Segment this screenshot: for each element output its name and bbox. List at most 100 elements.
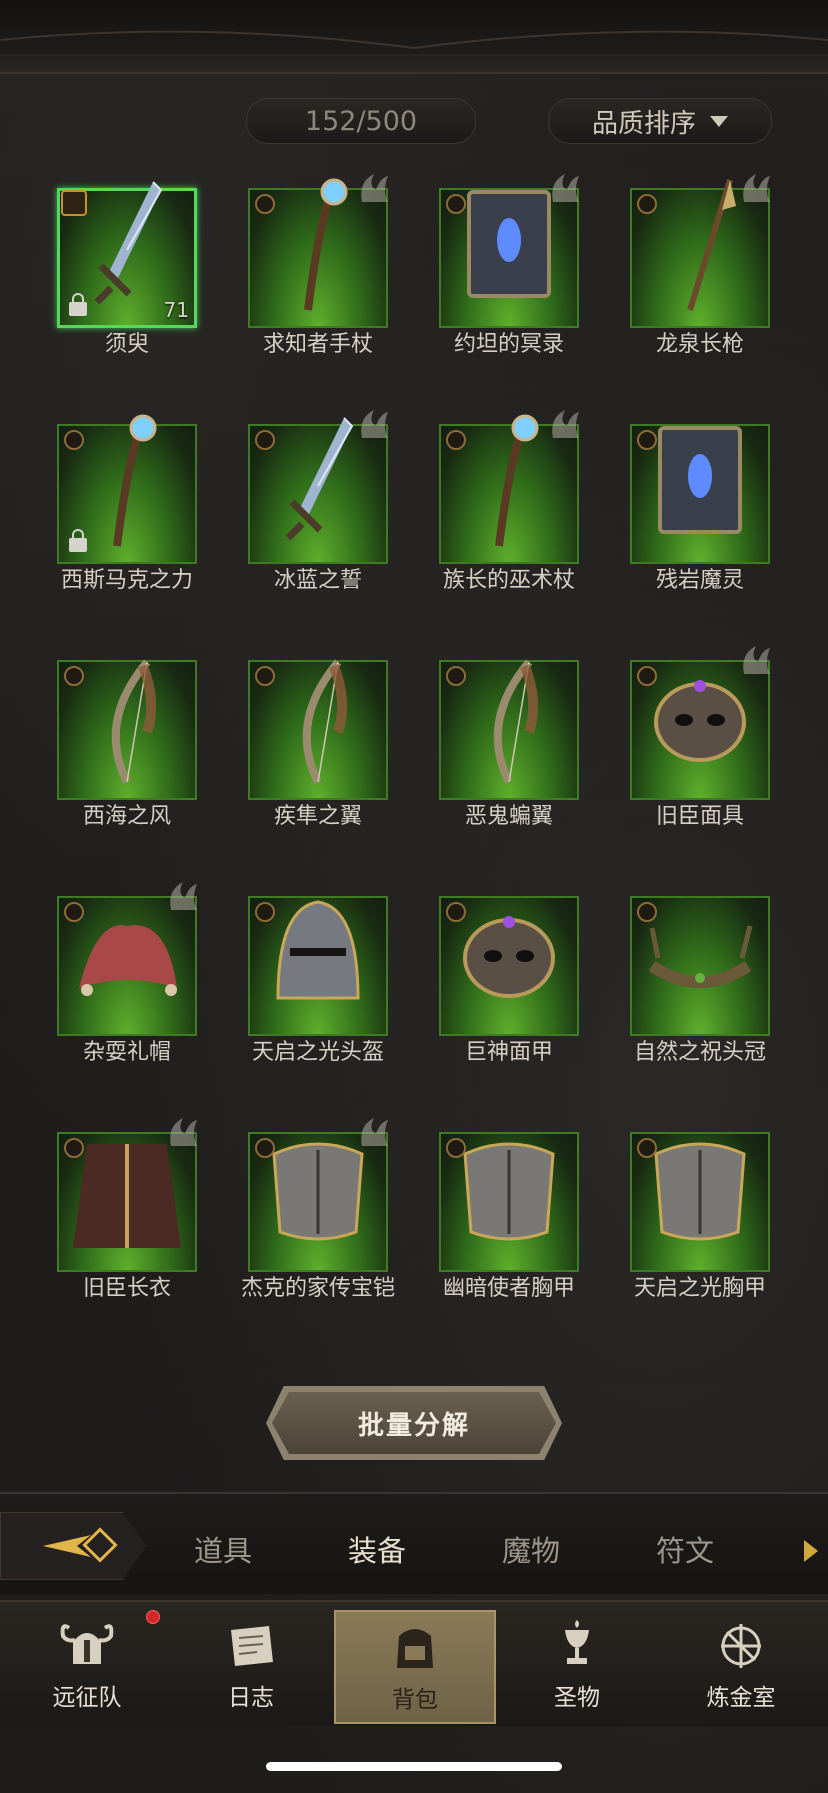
- item-card[interactable]: [57, 1118, 197, 1272]
- quality-ring-icon: [446, 666, 466, 686]
- item-card[interactable]: [57, 882, 197, 1036]
- equipment-slot[interactable]: 族长的巫术杖: [426, 410, 617, 658]
- nav-journal[interactable]: 日志: [172, 1610, 330, 1720]
- item-card[interactable]: 71: [57, 181, 197, 328]
- item-card[interactable]: [248, 659, 388, 800]
- ornament-border: [0, 30, 828, 56]
- sort-dropdown[interactable]: 品质排序: [548, 98, 772, 144]
- hero-exclusive-icon: [170, 1118, 197, 1146]
- equipment-slot[interactable]: 杂耍礼帽: [44, 882, 235, 1130]
- tab-equipment[interactable]: 装备: [348, 1528, 406, 1570]
- nav-relics[interactable]: 圣物: [498, 1610, 656, 1720]
- equipment-slot[interactable]: 西斯马克之力: [44, 414, 235, 658]
- item-name: 旧臣长衣: [82, 1276, 171, 1301]
- item-card[interactable]: [439, 659, 579, 800]
- category-tabbar: 道具 装备 魔物 符文: [0, 1492, 828, 1594]
- nav-label: 炼金室: [706, 1685, 776, 1711]
- quality-ring-icon: [255, 194, 275, 214]
- mask-icon: [463, 916, 555, 998]
- nav-label: 圣物: [554, 1685, 600, 1711]
- item-card[interactable]: [630, 174, 770, 328]
- equipment-slot[interactable]: 冰蓝之誓: [235, 410, 426, 658]
- equipment-slot[interactable]: 求知者手杖: [235, 174, 426, 422]
- top-frame: [0, 0, 828, 74]
- item-name: 求知者手杖: [262, 332, 373, 357]
- quality-ring-icon: [64, 902, 84, 922]
- item-name: 自然之祝头冠: [633, 1040, 766, 1065]
- equipment-slot[interactable]: 杰克的家传宝铠: [235, 1118, 426, 1366]
- tab-items[interactable]: 道具: [194, 1528, 252, 1570]
- equipment-slot[interactable]: 巨神面甲: [426, 894, 617, 1130]
- chalice-icon: [565, 1620, 589, 1664]
- item-card[interactable]: [248, 410, 388, 564]
- caret-down-icon: [710, 115, 728, 127]
- equipment-slot[interactable]: 西海之风: [44, 658, 235, 894]
- tab-back-button[interactable]: [0, 1512, 146, 1580]
- item-card[interactable]: [439, 1132, 579, 1272]
- scroll-icon: [231, 1626, 273, 1666]
- item-card[interactable]: [630, 1132, 770, 1272]
- item-card[interactable]: [630, 424, 770, 564]
- nav-expedition[interactable]: 远征队: [8, 1610, 166, 1720]
- nav-label: 日志: [228, 1685, 274, 1711]
- item-card[interactable]: [439, 174, 579, 328]
- quality-ring-icon: [255, 666, 275, 686]
- item-name: 旧臣面具: [655, 804, 744, 829]
- item-card[interactable]: [248, 1118, 388, 1272]
- item-card[interactable]: [630, 646, 770, 800]
- lock-icon: [69, 529, 87, 552]
- item-card[interactable]: [439, 410, 579, 564]
- nav-backpack[interactable]: 背包: [334, 1610, 496, 1724]
- hero-exclusive-icon: [743, 174, 770, 202]
- nav-alchemy[interactable]: 炼金室: [662, 1610, 820, 1720]
- crown-icon: [648, 925, 753, 988]
- item-name: 天启之光胸甲: [633, 1276, 766, 1301]
- item-card[interactable]: [248, 896, 388, 1036]
- quality-ring-icon: [446, 1138, 466, 1158]
- equipment-slot[interactable]: 旧臣面具: [617, 646, 808, 894]
- equipment-slot[interactable]: 自然之祝头冠: [617, 894, 808, 1130]
- equipment-slot[interactable]: 约坦的冥录: [426, 174, 617, 422]
- hero-exclusive-icon: [552, 174, 579, 202]
- quality-ring-icon: [637, 902, 657, 922]
- armor-icon: [654, 1142, 746, 1241]
- item-name: 西海之风: [82, 804, 171, 829]
- item-card[interactable]: [57, 659, 197, 800]
- equipment-slot[interactable]: 天启之光胸甲: [617, 1130, 808, 1366]
- tab-monsters[interactable]: 魔物: [502, 1528, 560, 1570]
- equipment-slot[interactable]: 恶鬼蝙翼: [426, 658, 617, 894]
- quality-ring-icon: [637, 1138, 657, 1158]
- equipment-slot[interactable]: 旧臣长衣: [44, 1118, 235, 1366]
- armor-icon: [463, 1142, 555, 1241]
- item-level: 71: [163, 298, 189, 322]
- nav-label: 远征队: [52, 1685, 122, 1711]
- equipment-slot[interactable]: 天启之光头盔: [235, 894, 426, 1130]
- item-name: 杰克的家传宝铠: [240, 1276, 395, 1301]
- item-name: 天启之光头盔: [251, 1040, 384, 1065]
- tab-runes[interactable]: 符文: [656, 1528, 714, 1570]
- item-name: 疾隼之翼: [273, 804, 362, 829]
- hero-exclusive-icon: [361, 410, 388, 438]
- equipment-slot[interactable]: 龙泉长枪: [617, 174, 808, 422]
- equipment-slot[interactable]: 71 须臾: [44, 181, 235, 422]
- equipment-slot[interactable]: 残岩魔灵: [617, 422, 808, 658]
- hero-exclusive-icon: [552, 410, 579, 438]
- quality-ring-icon: [637, 430, 657, 450]
- quality-ring-icon: [637, 194, 657, 214]
- batch-decompose-button[interactable]: 批量分解: [272, 1392, 556, 1454]
- next-arrow-icon[interactable]: [804, 1540, 818, 1562]
- item-card[interactable]: [57, 414, 197, 564]
- equipment-slot[interactable]: 幽暗使者胸甲: [426, 1130, 617, 1366]
- alchemy-icon: [721, 1624, 761, 1668]
- item-card[interactable]: [630, 896, 770, 1036]
- item-name: 族长的巫术杖: [442, 568, 575, 593]
- item-card[interactable]: [248, 174, 388, 328]
- capacity-text: 152/500: [304, 105, 418, 137]
- item-name: 残岩魔灵: [655, 568, 744, 593]
- quality-ring-icon: [255, 1138, 275, 1158]
- item-card[interactable]: [439, 896, 579, 1036]
- home-indicator[interactable]: [266, 1762, 562, 1771]
- equipment-slot[interactable]: 疾隼之翼: [235, 658, 426, 894]
- bow-icon: [493, 659, 539, 784]
- item-name: 巨神面甲: [464, 1040, 553, 1065]
